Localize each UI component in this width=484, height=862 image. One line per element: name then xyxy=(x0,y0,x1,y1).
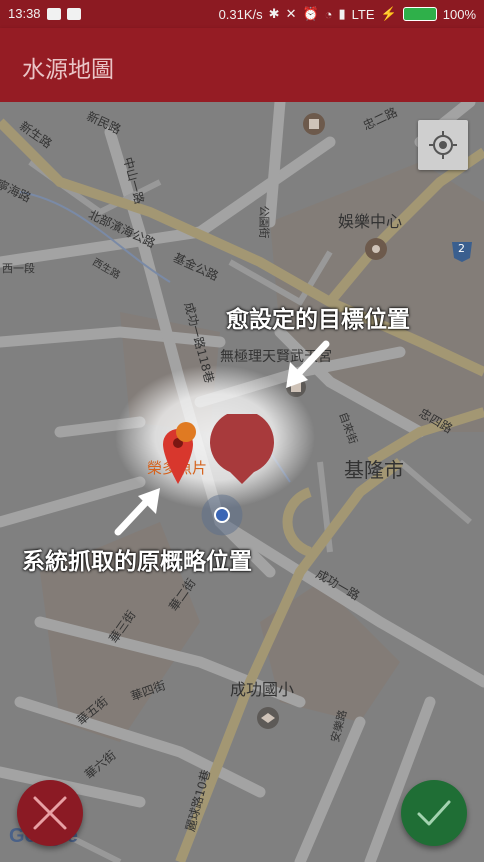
app-notification-icon xyxy=(66,7,81,20)
status-time: 13:38 xyxy=(8,6,41,21)
signal-icon: ▮ xyxy=(338,6,346,21)
check-icon xyxy=(417,800,451,826)
arrow-to-target-icon xyxy=(286,340,330,388)
crosshair-icon xyxy=(429,131,457,159)
app-title: 水源地圖 xyxy=(22,57,114,83)
battery-level: 100% xyxy=(442,6,476,22)
cancel-button[interactable] xyxy=(17,780,83,846)
gmail-icon xyxy=(46,7,61,20)
my-location-button[interactable] xyxy=(418,120,468,170)
annotation-original-location: 系統抓取的原概略位置 xyxy=(22,549,252,575)
charging-icon: ⚡ xyxy=(380,6,397,21)
alarm-icon: ⏰ xyxy=(302,6,319,21)
confirm-button[interactable] xyxy=(401,780,467,846)
map-view[interactable]: 新生路 新民路 中山一路 寧海路 西一段 西生路 北部濱海公路 基金公路 成功一… xyxy=(0,102,484,862)
road-label-gongyuan: 公園街 xyxy=(257,205,271,239)
restaurant-icon xyxy=(176,422,196,442)
highway-shield: 2 xyxy=(458,242,465,255)
status-bar: 13:38 0.31K/s ✱ ✕ ⏰ ◔ ▮ LTE ⚡ 100% xyxy=(0,0,484,28)
poi-label-school: 成功國小 xyxy=(230,680,295,699)
poi-label-entertainment: 娛樂中心 xyxy=(338,212,403,231)
network-speed: 0.31K/s xyxy=(218,6,263,22)
arrow-to-origin-icon xyxy=(114,488,160,536)
close-icon xyxy=(33,796,67,830)
annotation-target-location: 愈設定的目標位置 xyxy=(226,307,410,333)
mute-icon: ✕ xyxy=(285,6,297,21)
bluetooth-icon: ✱ xyxy=(268,6,280,21)
battery-icon xyxy=(402,7,437,21)
road-label-xiyi: 西一段 xyxy=(2,262,35,275)
city-label-keelung: 基隆市 xyxy=(344,458,404,482)
app-bar: 水源地圖 xyxy=(0,28,484,102)
target-location-marker-icon[interactable] xyxy=(210,414,274,484)
network-type: LTE xyxy=(351,6,375,22)
wifi-icon: ◔ xyxy=(324,6,333,22)
